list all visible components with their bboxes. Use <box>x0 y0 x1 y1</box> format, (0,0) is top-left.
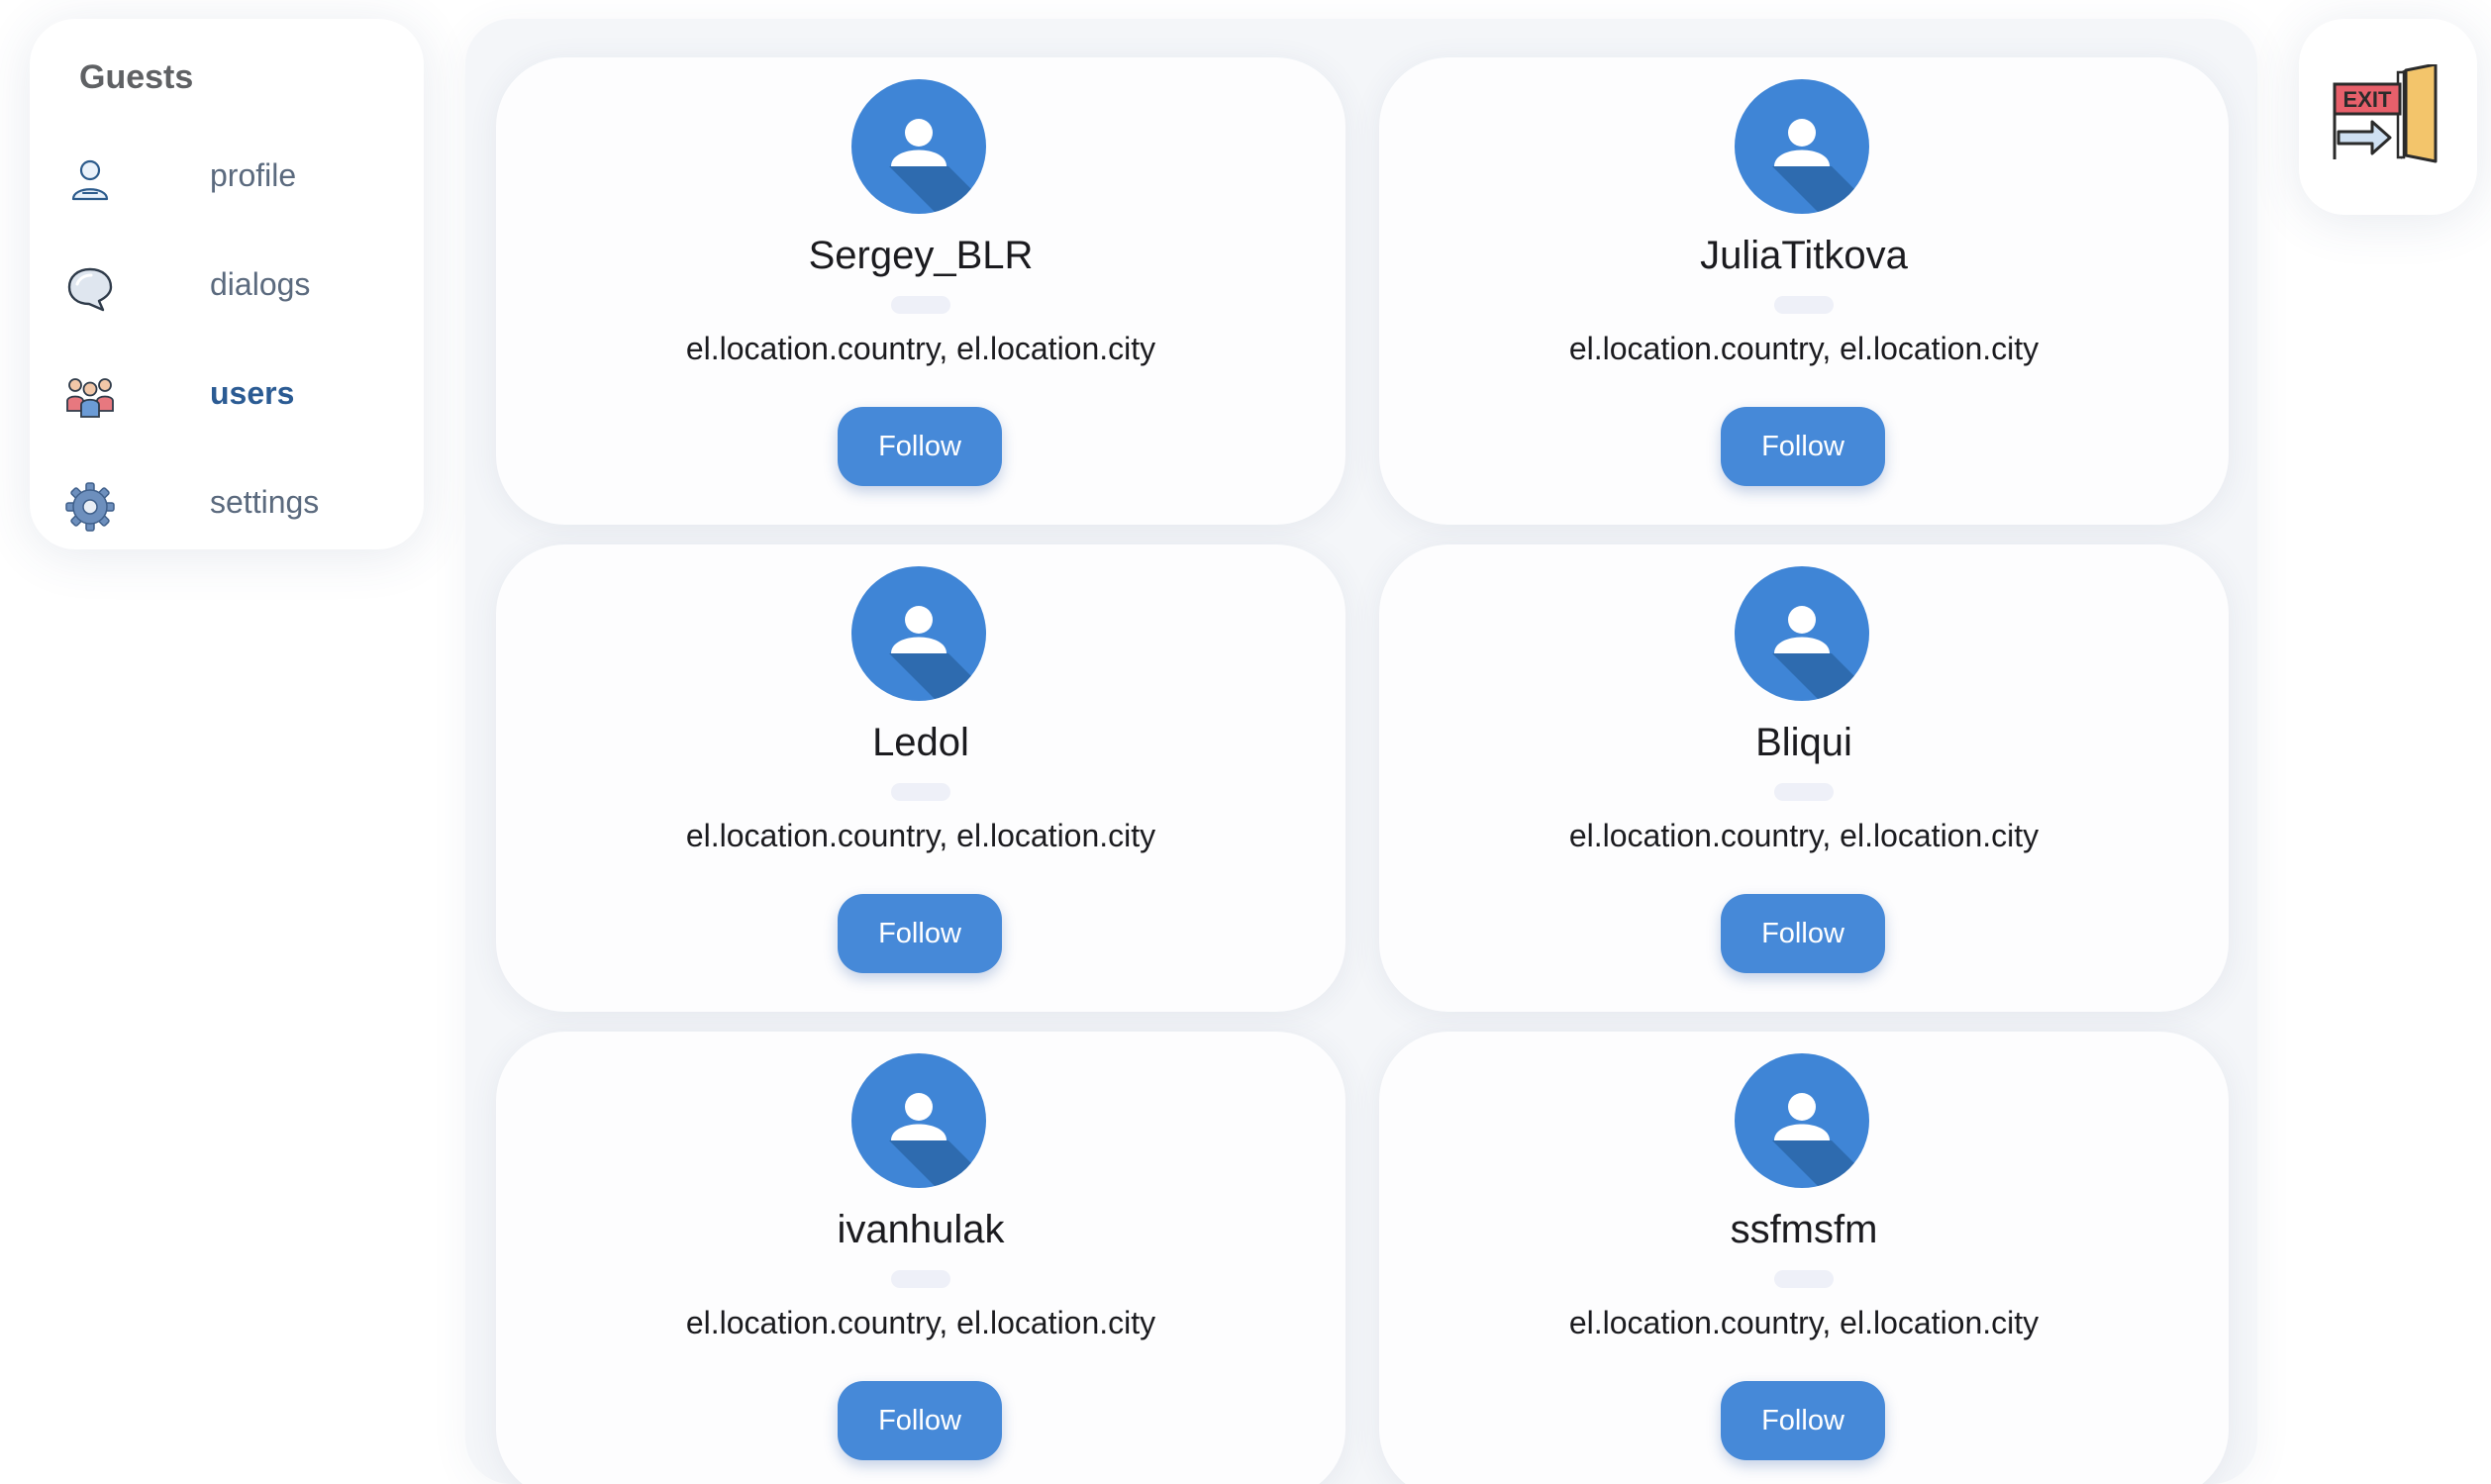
sidebar: Guests profile dialogs users settings <box>30 19 424 549</box>
user-card: Sergey_BLR el.location.country, el.locat… <box>496 57 1345 525</box>
follow-button[interactable]: Follow <box>1721 894 1885 973</box>
user-location: el.location.country, el.location.city <box>1568 818 2040 853</box>
avatar <box>851 1053 986 1188</box>
user-card: Bliqui el.location.country, el.location.… <box>1379 544 2229 1012</box>
user-card: Ledol el.location.country, el.location.c… <box>496 544 1345 1012</box>
follow-button[interactable]: Follow <box>1721 407 1885 486</box>
sidebar-title: Guests <box>79 58 194 96</box>
sidebar-item-label: profile <box>210 157 297 193</box>
sidebar-item-settings[interactable]: settings <box>63 470 400 540</box>
username: Bliqui <box>1755 721 1852 764</box>
user-icon <box>71 159 109 201</box>
sidebar-item-label: settings <box>210 484 320 520</box>
sidebar-item-label: dialogs <box>210 266 311 302</box>
avatar <box>1735 566 1869 701</box>
user-location: el.location.country, el.location.city <box>1568 331 2040 366</box>
username: Sergey_BLR <box>808 234 1034 277</box>
exit-door-icon: EXIT <box>2333 64 2438 163</box>
status-pill <box>891 1270 950 1288</box>
sidebar-item-dialogs[interactable]: dialogs <box>63 252 400 322</box>
user-card: ssfmsfm el.location.country, el.location… <box>1379 1032 2229 1484</box>
username: ssfmsfm <box>1730 1208 1878 1251</box>
status-pill <box>891 296 950 314</box>
avatar <box>1735 1053 1869 1188</box>
gear-icon <box>65 482 115 532</box>
username: ivanhulak <box>837 1208 1005 1251</box>
sidebar-item-users[interactable]: users <box>63 361 400 431</box>
avatar <box>851 566 986 701</box>
follow-button[interactable]: Follow <box>838 407 1002 486</box>
user-location: el.location.country, el.location.city <box>685 331 1156 366</box>
username: Ledol <box>872 721 969 764</box>
exit-sign-text: EXIT <box>2343 87 2392 112</box>
sidebar-item-profile[interactable]: profile <box>63 144 400 213</box>
users-group-icon <box>66 378 114 418</box>
status-pill <box>1774 783 1834 801</box>
exit-button[interactable]: EXIT <box>2299 19 2477 215</box>
user-card: ivanhulak el.location.country, el.locati… <box>496 1032 1345 1484</box>
chat-bubble-icon <box>67 267 113 312</box>
follow-button[interactable]: Follow <box>838 894 1002 973</box>
user-location: el.location.country, el.location.city <box>1568 1305 2040 1340</box>
user-location: el.location.country, el.location.city <box>685 818 1156 853</box>
avatar <box>851 79 986 214</box>
username: JuliaTitkova <box>1700 234 1908 277</box>
avatar <box>1735 79 1869 214</box>
follow-button[interactable]: Follow <box>838 1381 1002 1460</box>
status-pill <box>1774 296 1834 314</box>
follow-button[interactable]: Follow <box>1721 1381 1885 1460</box>
users-list[interactable]: Sergey_BLR el.location.country, el.locat… <box>465 19 2257 1484</box>
user-location: el.location.country, el.location.city <box>685 1305 1156 1340</box>
status-pill <box>1774 1270 1834 1288</box>
status-pill <box>891 783 950 801</box>
sidebar-item-label: users <box>210 375 295 411</box>
user-card: JuliaTitkova el.location.country, el.loc… <box>1379 57 2229 525</box>
